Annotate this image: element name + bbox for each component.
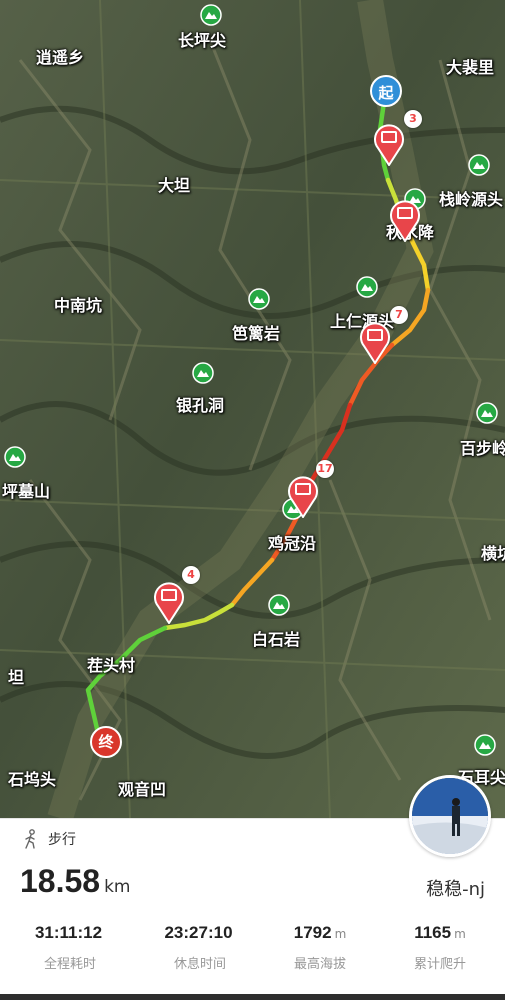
- stat-value: 23:27:10: [164, 923, 233, 942]
- place-label: 栈岭源头: [439, 190, 504, 209]
- photo-pin-icon[interactable]: [152, 580, 186, 624]
- activity-label: 步行: [48, 832, 76, 848]
- place-label: 坪墓山: [2, 482, 51, 501]
- stat-label: 休息时间: [173, 957, 226, 972]
- stat-value: 1165: [414, 923, 452, 942]
- poi-mountain-icon[interactable]: [248, 288, 270, 310]
- photo-pin-icon[interactable]: [286, 474, 320, 518]
- stat-value: 31:11:12: [34, 923, 103, 942]
- poi-mountain-icon[interactable]: [200, 4, 222, 26]
- place-label: 长坪尖: [178, 31, 227, 50]
- place-label: 观音凹: [118, 780, 167, 799]
- place-label: 大裴里: [446, 58, 495, 77]
- distance-value: 18.58: [20, 863, 101, 899]
- photo-count-badge: 7: [390, 306, 408, 324]
- place-label: 石坞头: [8, 770, 57, 789]
- place-label: 横坑: [481, 544, 505, 563]
- avatar[interactable]: [409, 775, 491, 857]
- poi-mountain-icon[interactable]: [192, 362, 214, 384]
- photo-count-badge: 17: [316, 460, 334, 478]
- stat-rest-time: 23:27:10 休息时间: [140, 923, 260, 972]
- photo-count-badge: 4: [182, 566, 200, 584]
- stat-total-time: 31:11:12 全程耗时: [0, 923, 140, 972]
- stats-row: 31:11:12 全程耗时 23:27:10 休息时间 1792 m 最高海拔 1…: [0, 923, 505, 972]
- map-view[interactable]: 逍遥乡 长坪尖 大裴里 大坦 栈岭源头 秋水降 中南坑 笆篱岩 上仁源头 银孔洞…: [0, 0, 505, 818]
- place-label: 鸡冠沿: [268, 534, 317, 553]
- place-label: 茬头村: [87, 656, 136, 675]
- stat-unit: m: [334, 927, 347, 941]
- photo-count-badge: 3: [404, 110, 422, 128]
- stat-label: 最高海拔: [293, 957, 346, 972]
- poi-mountain-icon[interactable]: [468, 154, 490, 176]
- username[interactable]: 稳稳-nj: [426, 875, 485, 901]
- stat-total-ascent: 1165 m 累计爬升: [380, 923, 500, 972]
- poi-mountain-icon[interactable]: [268, 594, 290, 616]
- photo-pin-icon[interactable]: [372, 122, 406, 166]
- poi-mountain-icon[interactable]: [476, 402, 498, 424]
- start-marker[interactable]: 起: [370, 75, 402, 107]
- satellite-terrain: [0, 0, 505, 818]
- distance-unit: km: [104, 877, 131, 897]
- stat-label: 累计爬升: [413, 957, 466, 972]
- stat-max-altitude: 1792 m 最高海拔: [260, 923, 380, 972]
- poi-mountain-icon[interactable]: [474, 734, 496, 756]
- photo-pin-icon[interactable]: [388, 198, 422, 242]
- place-label: 笆篱岩: [232, 324, 281, 343]
- hiker-icon: [25, 829, 35, 849]
- stat-unit: m: [454, 927, 466, 941]
- bottom-border: [0, 994, 505, 1000]
- place-label: 逍遥乡: [36, 48, 85, 67]
- place-label: 白石岩: [252, 630, 301, 649]
- photo-pin-icon[interactable]: [358, 320, 392, 364]
- place-label: 大坦: [158, 176, 191, 195]
- end-marker[interactable]: 终: [90, 726, 122, 758]
- poi-mountain-icon[interactable]: [356, 276, 378, 298]
- stat-value: 1792: [293, 923, 332, 942]
- place-label: 百步岭: [460, 439, 505, 458]
- place-label: 银孔洞: [176, 396, 225, 415]
- activity-type: 步行: [22, 829, 76, 849]
- summary-panel: 步行 18.58 km 稳稳-nj 31:11:12 全程耗时 23:27:10 …: [0, 775, 505, 1001]
- place-label: 坦: [8, 668, 25, 687]
- distance: 18.58 km: [20, 863, 130, 900]
- stat-label: 全程耗时: [43, 957, 96, 972]
- place-label: 中南坑: [54, 296, 103, 315]
- poi-mountain-icon[interactable]: [4, 446, 26, 468]
